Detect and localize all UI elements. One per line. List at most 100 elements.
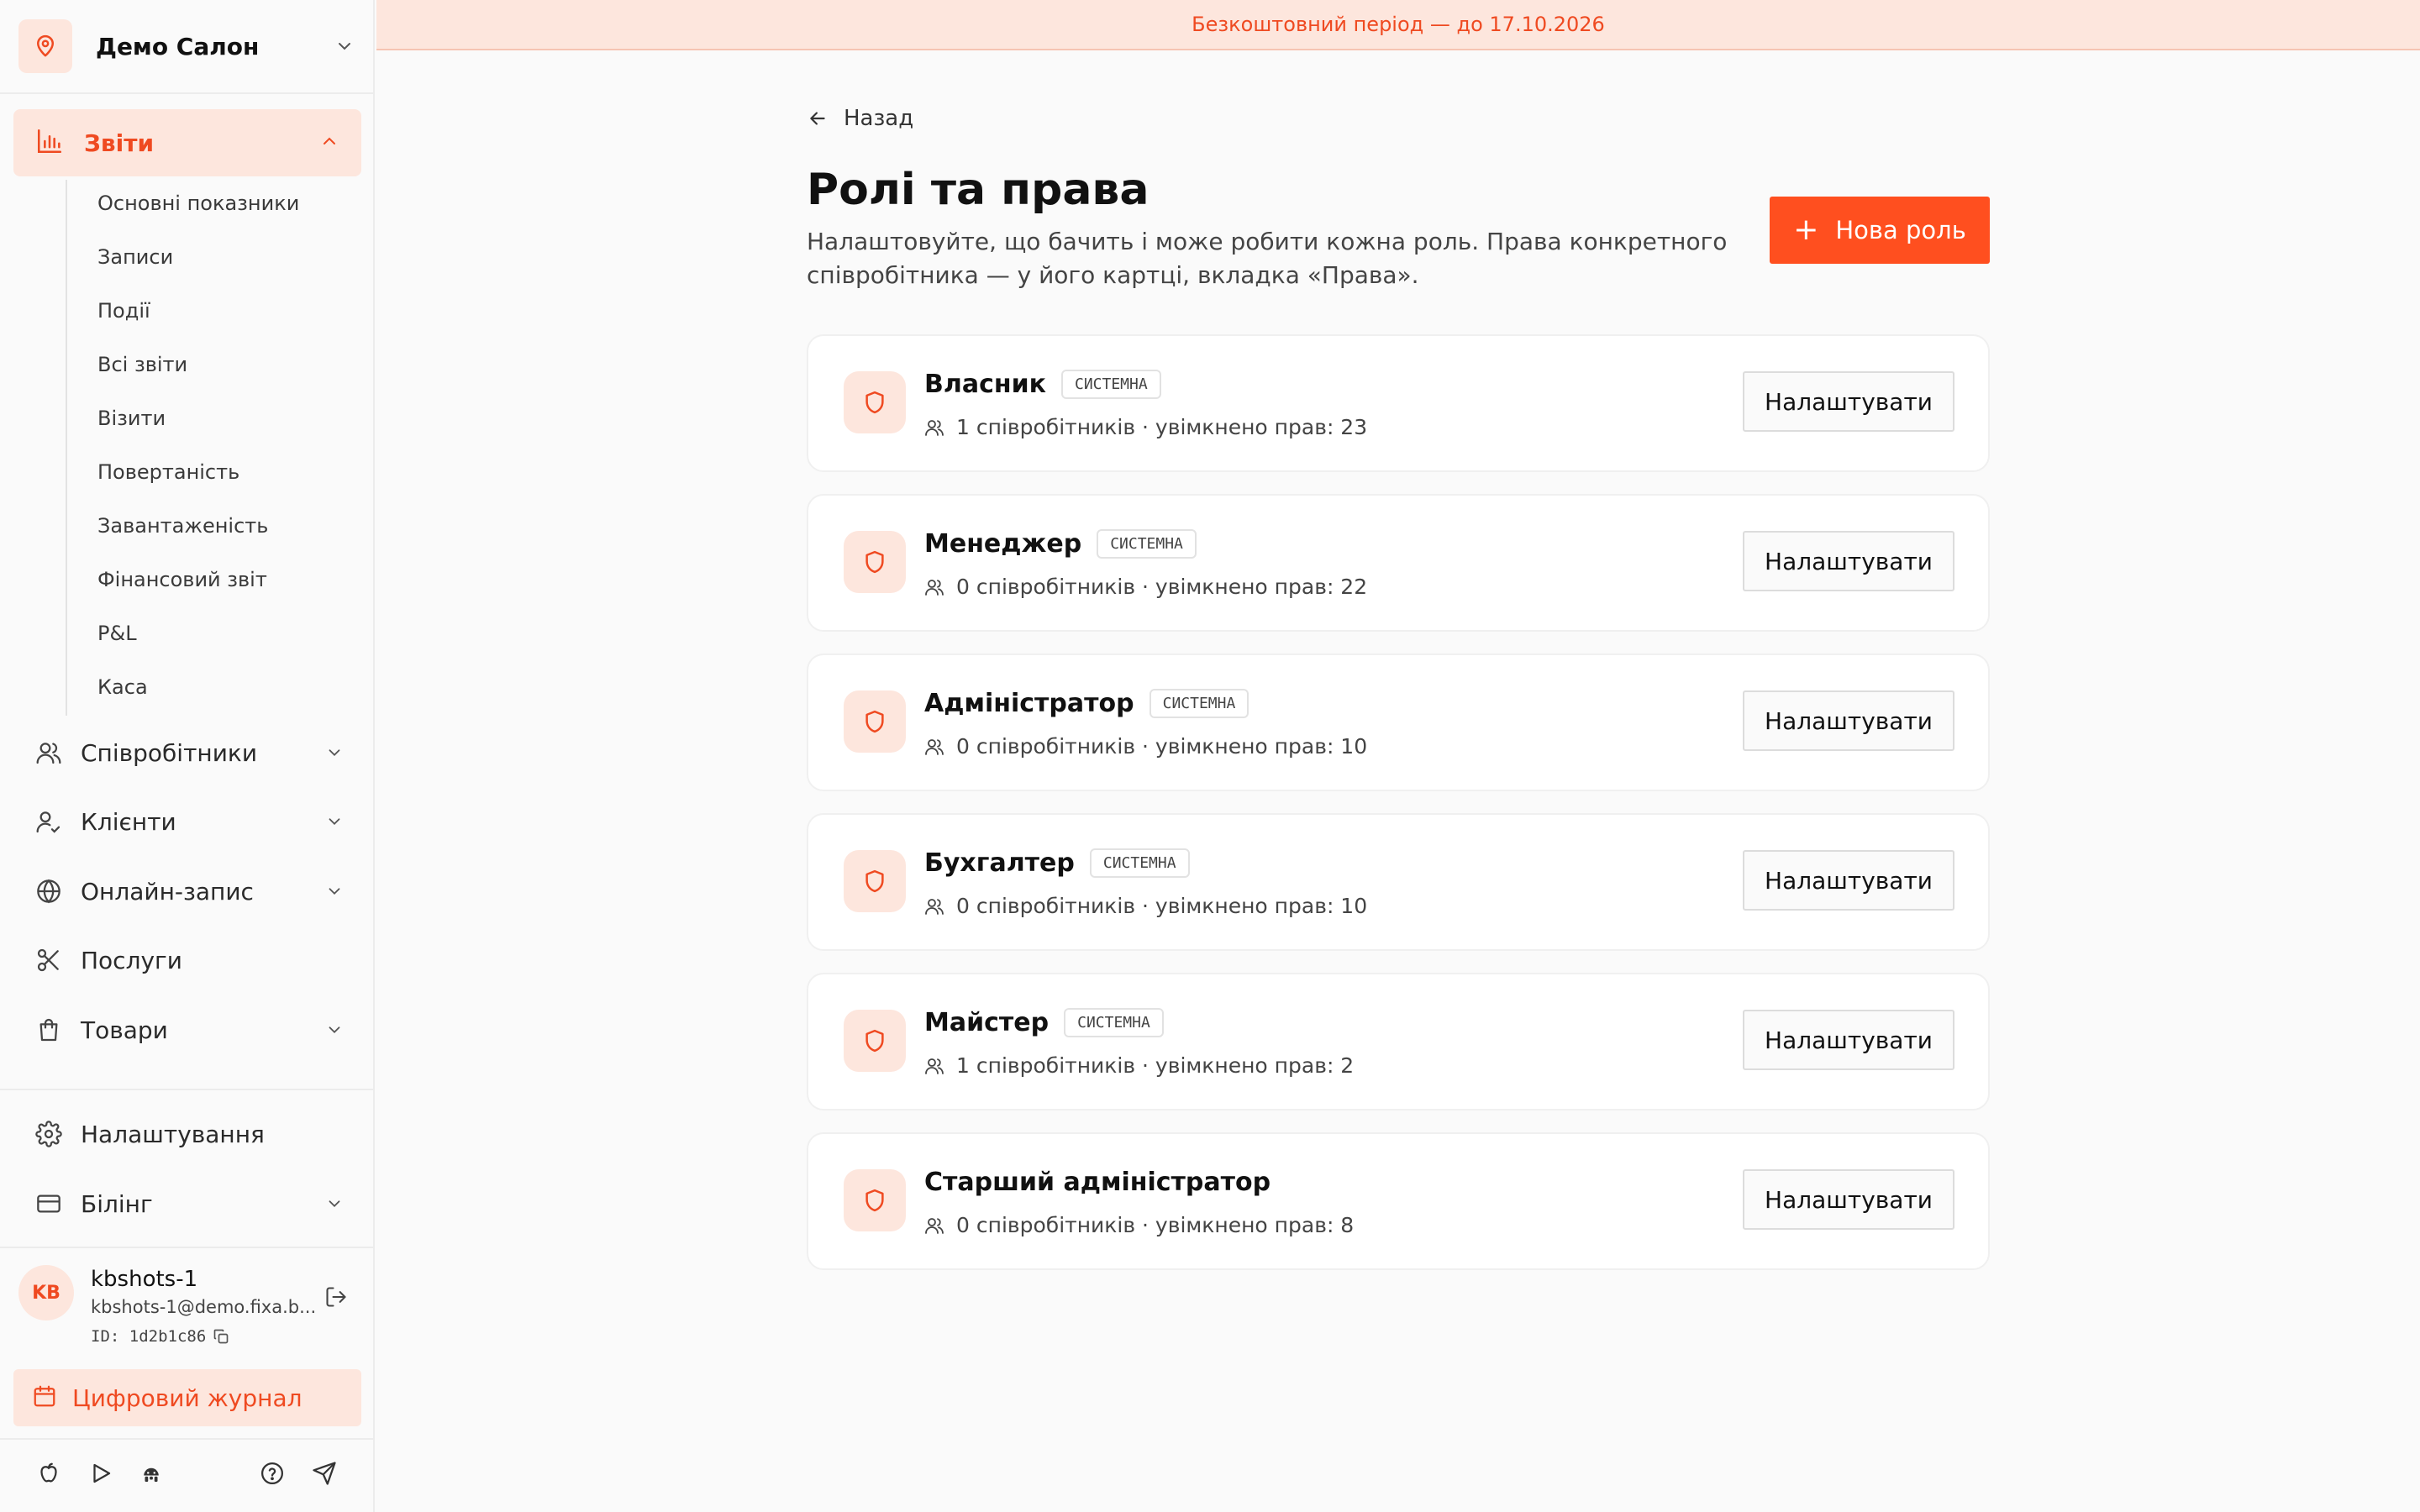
role-meta: 0 співробітників · увімкнено прав: 10	[924, 894, 1367, 918]
sidebar-item-services[interactable]: Послуги	[34, 937, 348, 984]
configure-button[interactable]: Налаштувати	[1743, 1010, 1954, 1070]
role-card: Майстер СИСТЕМНА 1 співробітників · увім…	[807, 973, 1990, 1110]
bar-chart-icon	[35, 127, 64, 159]
role-name-row: Адміністратор СИСТЕМНА	[924, 689, 1249, 718]
subnav-item-pnl[interactable]: P&L	[97, 622, 137, 645]
role-name-row: Менеджер СИСТЕМНА	[924, 529, 1197, 559]
role-name-row: Старший адміністратор	[924, 1168, 1270, 1197]
role-meta-text: 0 співробітників · увімкнено прав: 8	[956, 1213, 1355, 1237]
subnav-item-visits[interactable]: Візити	[97, 407, 166, 430]
divider	[0, 1247, 375, 1248]
shield-icon	[844, 1010, 906, 1072]
system-badge: СИСТЕМНА	[1064, 1008, 1164, 1037]
sidebar-item-label: Налаштування	[81, 1120, 265, 1148]
role-card: Старший адміністратор 0 співробітників ·…	[807, 1132, 1990, 1270]
chevron-down-icon	[321, 808, 348, 835]
sidebar-item-reports[interactable]: Звіти	[13, 109, 361, 176]
reports-subnav: Основні показники Записи Події Всі звіти…	[66, 180, 351, 716]
sidebar-item-label: Білінг	[81, 1189, 153, 1218]
subnav-item-events[interactable]: Події	[97, 299, 150, 323]
role-card: Бухгалтер СИСТЕМНА 0 співробітників · ув…	[807, 813, 1990, 951]
sidebar-item-clients[interactable]: Клієнти	[34, 798, 348, 845]
sidebar-item-label: Послуги	[81, 946, 182, 974]
subnav-item-records[interactable]: Записи	[97, 245, 173, 269]
configure-button[interactable]: Налаштувати	[1743, 690, 1954, 751]
chevron-up-icon	[319, 131, 339, 155]
role-name-row: Власник СИСТЕМНА	[924, 370, 1161, 399]
shield-icon	[844, 1169, 906, 1231]
avatar: KB	[18, 1265, 74, 1320]
user-id: ID: 1d2b1c86	[91, 1327, 229, 1346]
user-check-icon	[34, 806, 64, 837]
subnav-item-workload[interactable]: Завантаженість	[97, 514, 268, 538]
role-name-row: Майстер СИСТЕМНА	[924, 1008, 1164, 1037]
calendar-icon	[32, 1383, 57, 1412]
configure-button[interactable]: Налаштувати	[1743, 371, 1954, 432]
role-meta: 0 співробітників · увімкнено прав: 10	[924, 734, 1367, 759]
configure-button[interactable]: Налаштувати	[1743, 531, 1954, 591]
shield-icon	[844, 371, 906, 433]
trial-banner: Безкоштовний період — до 17.10.2026	[376, 0, 2420, 50]
subnav-item-financial[interactable]: Фінансовий звіт	[97, 568, 267, 591]
sidebar-item-settings[interactable]: Налаштування	[34, 1110, 348, 1158]
send-icon[interactable]	[309, 1458, 339, 1488]
subnav-item-all-reports[interactable]: Всі звіти	[97, 353, 187, 376]
role-meta-text: 0 співробітників · увімкнено прав: 22	[956, 575, 1368, 599]
arrow-left-icon	[807, 108, 829, 129]
salon-switcher[interactable]: Демо Салон	[18, 19, 358, 73]
chevron-down-icon	[321, 739, 348, 766]
digital-journal-button[interactable]: Цифровий журнал	[13, 1369, 361, 1426]
chevron-down-icon	[321, 1016, 348, 1043]
trial-banner-text: Безкоштовний період — до 17.10.2026	[1192, 13, 1605, 36]
android-icon[interactable]	[136, 1458, 166, 1488]
back-link[interactable]: Назад	[807, 106, 913, 131]
new-role-label: Нова роль	[1835, 216, 1966, 244]
plus-icon: +	[1793, 213, 1819, 247]
subnav-item-retention[interactable]: Повертаність	[97, 460, 239, 484]
role-meta-text: 0 співробітників · увімкнено прав: 10	[956, 894, 1368, 918]
logout-icon[interactable]	[321, 1282, 351, 1312]
page-title: Ролі та права	[807, 165, 1150, 215]
copy-icon[interactable]	[213, 1328, 229, 1345]
divider	[0, 1438, 375, 1440]
divider	[0, 1089, 375, 1090]
new-role-button[interactable]: + Нова роль	[1770, 197, 1990, 264]
sidebar-item-online-booking[interactable]: Онлайн-запис	[34, 868, 348, 915]
role-meta: 0 співробітників · увімкнено прав: 8	[924, 1213, 1354, 1237]
role-name: Адміністратор	[924, 689, 1134, 718]
sidebar-item-label: Товари	[81, 1016, 168, 1044]
credit-card-icon	[34, 1189, 64, 1219]
subnav-item-main-metrics[interactable]: Основні показники	[97, 192, 299, 215]
role-meta-text: 1 співробітників · увімкнено прав: 23	[956, 415, 1368, 439]
chevron-down-icon	[321, 878, 348, 905]
gear-icon	[34, 1119, 64, 1149]
back-label: Назад	[844, 106, 914, 131]
configure-button[interactable]: Налаштувати	[1743, 1169, 1954, 1230]
role-name: Бухгалтер	[924, 848, 1075, 878]
role-meta: 0 співробітників · увімкнено прав: 22	[924, 575, 1367, 599]
user-id-text: ID: 1d2b1c86	[91, 1327, 207, 1346]
role-name: Майстер	[924, 1008, 1050, 1037]
sidebar-item-employees[interactable]: Співробітники	[34, 729, 348, 776]
role-name: Менеджер	[924, 529, 1082, 559]
globe-icon	[34, 876, 64, 906]
configure-button[interactable]: Налаштувати	[1743, 850, 1954, 911]
users-icon	[34, 738, 64, 768]
sidebar-item-billing[interactable]: Білінг	[34, 1180, 348, 1227]
role-meta: 1 співробітників · увімкнено прав: 23	[924, 415, 1367, 439]
chevron-down-icon	[321, 1190, 348, 1217]
journal-label: Цифровий журнал	[72, 1383, 302, 1412]
sidebar-item-products[interactable]: Товари	[34, 1006, 348, 1053]
subnav-item-cash[interactable]: Каса	[97, 675, 148, 699]
system-badge: СИСТЕМНА	[1149, 689, 1249, 718]
help-icon[interactable]	[257, 1458, 287, 1488]
sidebar-item-label: Звіти	[84, 129, 155, 157]
chevron-down-icon	[331, 33, 358, 60]
system-badge: СИСТЕМНА	[1097, 529, 1197, 559]
sidebar-item-label: Онлайн-запис	[81, 877, 254, 906]
role-meta-text: 1 співробітників · увімкнено прав: 2	[956, 1053, 1355, 1078]
apple-icon[interactable]	[34, 1458, 64, 1488]
shield-icon	[844, 531, 906, 593]
play-icon[interactable]	[86, 1458, 116, 1488]
sidebar: Демо Салон Звіти Основні показники Запис…	[0, 0, 375, 1512]
